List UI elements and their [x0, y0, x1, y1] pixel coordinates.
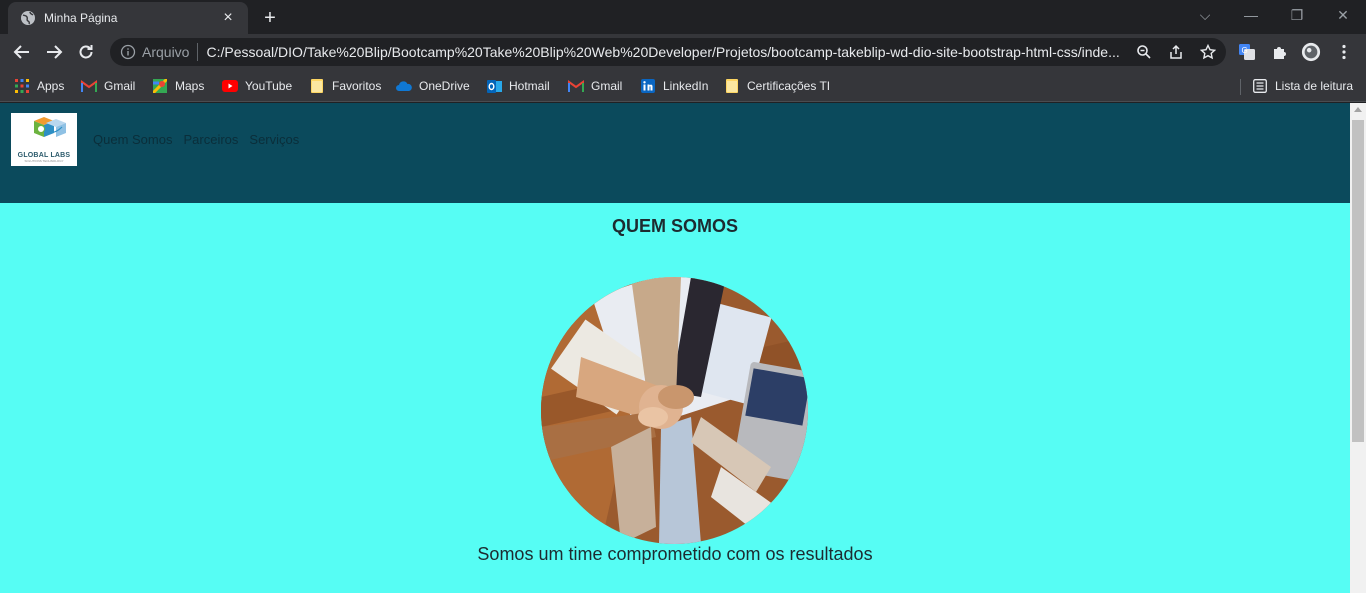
- section-title: QUEM SOMOS: [611, 216, 738, 236]
- folder-icon: [724, 78, 740, 94]
- bookmark-linkedin[interactable]: LinkedIn: [640, 76, 708, 96]
- site-nav: Quem Somos Parceiros Serviços: [93, 132, 299, 147]
- forward-button[interactable]: [42, 40, 66, 64]
- reading-list-icon: [1252, 78, 1268, 94]
- new-tab-button[interactable]: +: [258, 6, 282, 30]
- zoom-icon[interactable]: [1134, 42, 1154, 62]
- bookmark-label: Gmail: [104, 79, 136, 93]
- bookmark-label: Certificações TI: [747, 79, 831, 93]
- globe-icon: [20, 10, 36, 26]
- share-icon[interactable]: [1166, 42, 1186, 62]
- back-button[interactable]: [10, 40, 34, 64]
- address-scheme: Arquivo: [142, 44, 190, 60]
- outlook-icon: [486, 78, 502, 94]
- translate-extension-icon[interactable]: G: [1237, 42, 1257, 62]
- bookmark-label: YouTube: [245, 79, 293, 93]
- forward-arrow-icon: [47, 45, 63, 59]
- tab-title: Minha Página: [44, 11, 118, 25]
- restore-button[interactable]: ❐: [1285, 4, 1309, 26]
- bookmark-gmail-2[interactable]: Gmail: [568, 76, 622, 96]
- logo-cube-icon: [34, 116, 66, 137]
- logo-subtext: SOLUTIONS TECHNOLOGY: [24, 158, 64, 163]
- address-url[interactable]: C:/Pessoal/DIO/Take%20Blip/Bootcamp%20Ta…: [206, 44, 1126, 60]
- folder-icon: [309, 78, 325, 94]
- bookmark-gmail[interactable]: Gmail: [81, 76, 135, 96]
- tab-search-icon[interactable]: ⌵: [1193, 4, 1217, 26]
- team-hands-photo: [541, 277, 808, 544]
- nav-link-servicos[interactable]: Serviços: [249, 132, 299, 147]
- reload-button[interactable]: [74, 40, 98, 64]
- bookmark-label: LinkedIn: [663, 79, 709, 93]
- bookmark-label: Gmail: [591, 79, 623, 93]
- bookmark-label: OneDrive: [419, 79, 470, 93]
- window-close-button[interactable]: ✕: [1331, 4, 1355, 26]
- bookmarks-divider: [1240, 79, 1241, 95]
- bookmark-star-icon[interactable]: [1198, 42, 1218, 62]
- bookmark-label: Favoritos: [332, 79, 382, 93]
- logo-text: GLOBAL LABS: [17, 151, 71, 159]
- tab-strip: Minha Página × + ⌵ — ❐ ✕: [0, 0, 1366, 34]
- bookmark-maps[interactable]: Maps: [152, 76, 204, 96]
- bookmark-onedrive[interactable]: OneDrive: [396, 76, 470, 96]
- minimize-button[interactable]: —: [1239, 4, 1263, 26]
- linkedin-icon: [640, 78, 656, 94]
- profile-avatar-icon[interactable]: [1301, 42, 1321, 62]
- global-labs-logo[interactable]: GLOBAL LABS SOLUTIONS TECHNOLOGY: [11, 113, 77, 166]
- bookmarks-bar: Apps Gmail Maps YouTube Favoritos OneDri…: [0, 70, 1366, 102]
- gmail-icon: [81, 78, 97, 94]
- site-header: GLOBAL LABS SOLUTIONS TECHNOLOGY Quem So…: [0, 103, 1350, 203]
- tagline: Somos um time comprometido com os result…: [477, 544, 873, 564]
- info-icon[interactable]: [120, 44, 136, 60]
- bookmark-hotmail[interactable]: Hotmail: [486, 76, 550, 96]
- back-arrow-icon: [13, 45, 29, 59]
- address-bar[interactable]: Arquivo C:/Pessoal/DIO/Take%20Blip/Bootc…: [110, 38, 1226, 66]
- browser-tab[interactable]: Minha Página ×: [8, 2, 248, 34]
- bookmark-favoritos[interactable]: Favoritos: [309, 76, 381, 96]
- address-divider: [197, 43, 199, 61]
- svg-text:G: G: [1242, 46, 1248, 55]
- bookmark-apps[interactable]: Apps: [14, 76, 64, 96]
- browser-menu-icon[interactable]: [1334, 42, 1354, 62]
- reading-list-label: Lista de leitura: [1275, 79, 1354, 93]
- scroll-up-icon[interactable]: [1354, 107, 1362, 112]
- bookmark-label: Maps: [175, 79, 205, 93]
- reading-list-button[interactable]: Lista de leitura: [1252, 76, 1353, 96]
- bookmark-label: Apps: [37, 79, 65, 93]
- vertical-scrollbar[interactable]: [1350, 103, 1366, 593]
- nav-link-parceiros[interactable]: Parceiros: [183, 132, 238, 147]
- scrollbar-thumb[interactable]: [1352, 120, 1364, 442]
- youtube-icon: [222, 78, 238, 94]
- browser-toolbar: Arquivo C:/Pessoal/DIO/Take%20Blip/Bootc…: [0, 34, 1366, 70]
- onedrive-icon: [396, 78, 412, 94]
- maps-icon: [152, 78, 168, 94]
- reload-icon: [79, 45, 93, 59]
- gmail-icon: [568, 78, 584, 94]
- extensions-puzzle-icon[interactable]: [1270, 42, 1290, 62]
- tab-close-icon[interactable]: ×: [220, 9, 236, 27]
- bookmark-label: Hotmail: [509, 79, 550, 93]
- apps-grid-icon: [14, 78, 30, 94]
- bookmark-youtube[interactable]: YouTube: [222, 76, 292, 96]
- bookmark-certificacoes[interactable]: Certificações TI: [724, 76, 830, 96]
- nav-link-quem-somos[interactable]: Quem Somos: [93, 132, 172, 147]
- page-viewport: GLOBAL LABS SOLUTIONS TECHNOLOGY Quem So…: [0, 103, 1366, 593]
